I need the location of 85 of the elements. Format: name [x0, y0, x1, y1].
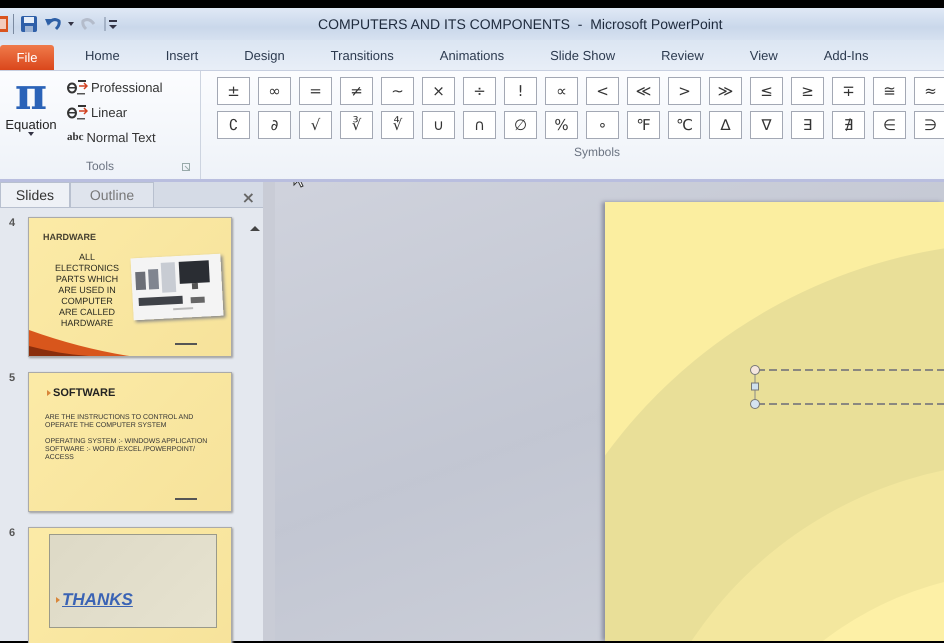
close-button[interactable]: ×: [236, 188, 261, 207]
symbol-button[interactable]: ∄: [832, 111, 865, 139]
symbol-button[interactable]: ∆: [709, 111, 742, 139]
equation-style-icon: [67, 103, 88, 121]
window-title: COMPUTERS AND ITS COMPONENTS - Microsoft PowerPoint: [318, 16, 723, 32]
slide-text: COMPUTER: [61, 296, 113, 307]
group-label: Symbols: [574, 145, 620, 159]
symbol-button[interactable]: !: [504, 77, 537, 105]
slide-title: SOFTWARE: [53, 387, 116, 399]
symbol-button[interactable]: ≥: [791, 77, 824, 105]
symbol-button[interactable]: ≫: [709, 77, 742, 105]
slide-title: THANKS: [62, 590, 133, 610]
undo-icon[interactable]: [44, 15, 62, 33]
bullet-icon: [47, 390, 51, 396]
symbol-button[interactable]: ℉: [627, 111, 660, 139]
symbol-button[interactable]: ∩: [463, 111, 496, 139]
symbol-button[interactable]: ≈: [914, 77, 944, 105]
slide-text: ELECTRONICS: [54, 263, 119, 274]
slide-text: PARTS WHICH: [56, 274, 118, 285]
symbol-button[interactable]: ∞: [258, 77, 291, 105]
ribbon-tab[interactable]: View: [750, 48, 778, 70]
group-label: Tools: [86, 159, 114, 173]
ribbon-tab[interactable]: Home: [85, 48, 120, 70]
footer-mark: [175, 498, 197, 500]
symbol-button[interactable]: ≠: [340, 77, 373, 105]
symbol-button[interactable]: ÷: [463, 77, 496, 105]
symbol-button[interactable]: ∘: [586, 111, 619, 139]
customize-icon[interactable]: [104, 15, 118, 33]
symbol-button[interactable]: √: [299, 111, 332, 139]
slide-thumbnail[interactable]: HARDWARE ALL ELECTRONICS PARTS WHICH ARE USED IN COMPUTER ARE CALLED HARDWARE: [28, 217, 232, 357]
symbol-button[interactable]: <: [586, 77, 619, 105]
ribbon-tab[interactable]: Add-Ins: [824, 48, 869, 70]
slide-text: ALL: [78, 252, 95, 263]
symbol-button[interactable]: ∈: [873, 111, 906, 139]
slide-title: HARDWARE: [43, 232, 96, 242]
slide-number: 5: [8, 372, 16, 386]
symbol-button[interactable]: ~: [381, 77, 414, 105]
dropdown-icon: [28, 132, 34, 136]
ribbon-tab[interactable]: Transitions: [330, 48, 394, 70]
slide-text: HARDWARE: [60, 318, 114, 329]
save-icon[interactable]: [20, 15, 38, 33]
ribbon-tab[interactable]: Slide Show: [550, 48, 616, 70]
pane-tab[interactable]: Outline: [70, 182, 154, 207]
symbol-button[interactable]: =: [299, 77, 332, 105]
text-placeholder[interactable]: [750, 365, 944, 409]
slide-thumbnail[interactable]: THANKS: [28, 527, 232, 643]
symbol-button[interactable]: ≤: [750, 77, 783, 105]
scroll-up-icon[interactable]: [250, 226, 260, 231]
equation-style-icon: [67, 78, 88, 96]
symbol-button[interactable]: ≅: [873, 77, 906, 105]
symbol-button[interactable]: >: [668, 77, 701, 105]
equation-style-option[interactable]: Linear: [67, 101, 163, 123]
slide-number: 6: [8, 527, 16, 541]
symbol-button[interactable]: ∁: [217, 111, 250, 139]
slide-text: ARE USED IN: [58, 285, 116, 296]
footer-mark: [175, 343, 197, 345]
symbol-button[interactable]: ∅: [504, 111, 537, 139]
symbol-button[interactable]: ±: [217, 77, 250, 105]
slide-text: ARE CALLED: [58, 307, 116, 318]
symbol-button[interactable]: ∇: [750, 111, 783, 139]
symbol-button[interactable]: ∝: [545, 77, 578, 105]
equation-style-option[interactable]: Professional: [67, 76, 163, 98]
slide-number: 4: [8, 217, 16, 231]
symbol-button[interactable]: ∋: [914, 111, 944, 139]
symbol-button[interactable]: ×: [422, 77, 455, 105]
symbol-button[interactable]: ∛: [340, 111, 373, 139]
symbol-button[interactable]: ∜: [381, 111, 414, 139]
app-icon[interactable]: [0, 14, 14, 34]
symbol-button[interactable]: ℃: [668, 111, 701, 139]
ribbon-tab[interactable]: Design: [244, 48, 285, 70]
equation-style-option[interactable]: abc Normal Text: [67, 126, 163, 148]
dropdown-icon[interactable]: [68, 22, 74, 26]
ribbon-tab[interactable]: Review: [661, 48, 704, 70]
symbol-button[interactable]: %: [545, 111, 578, 139]
pane-tab[interactable]: Slides: [0, 182, 70, 207]
symbol-button[interactable]: ≪: [627, 77, 660, 105]
bullet-icon: [56, 597, 60, 603]
symbol-button[interactable]: ∂: [258, 111, 291, 139]
ribbon-tab[interactable]: Animations: [440, 48, 504, 70]
ribbon-tab[interactable]: Insert: [166, 48, 198, 70]
symbol-button[interactable]: ∃: [791, 111, 824, 139]
symbol-button[interactable]: ∓: [832, 77, 865, 105]
pi-icon: π: [14, 73, 48, 117]
symbol-button[interactable]: ∪: [422, 111, 455, 139]
equation-button[interactable]: π Equation: [0, 71, 67, 159]
